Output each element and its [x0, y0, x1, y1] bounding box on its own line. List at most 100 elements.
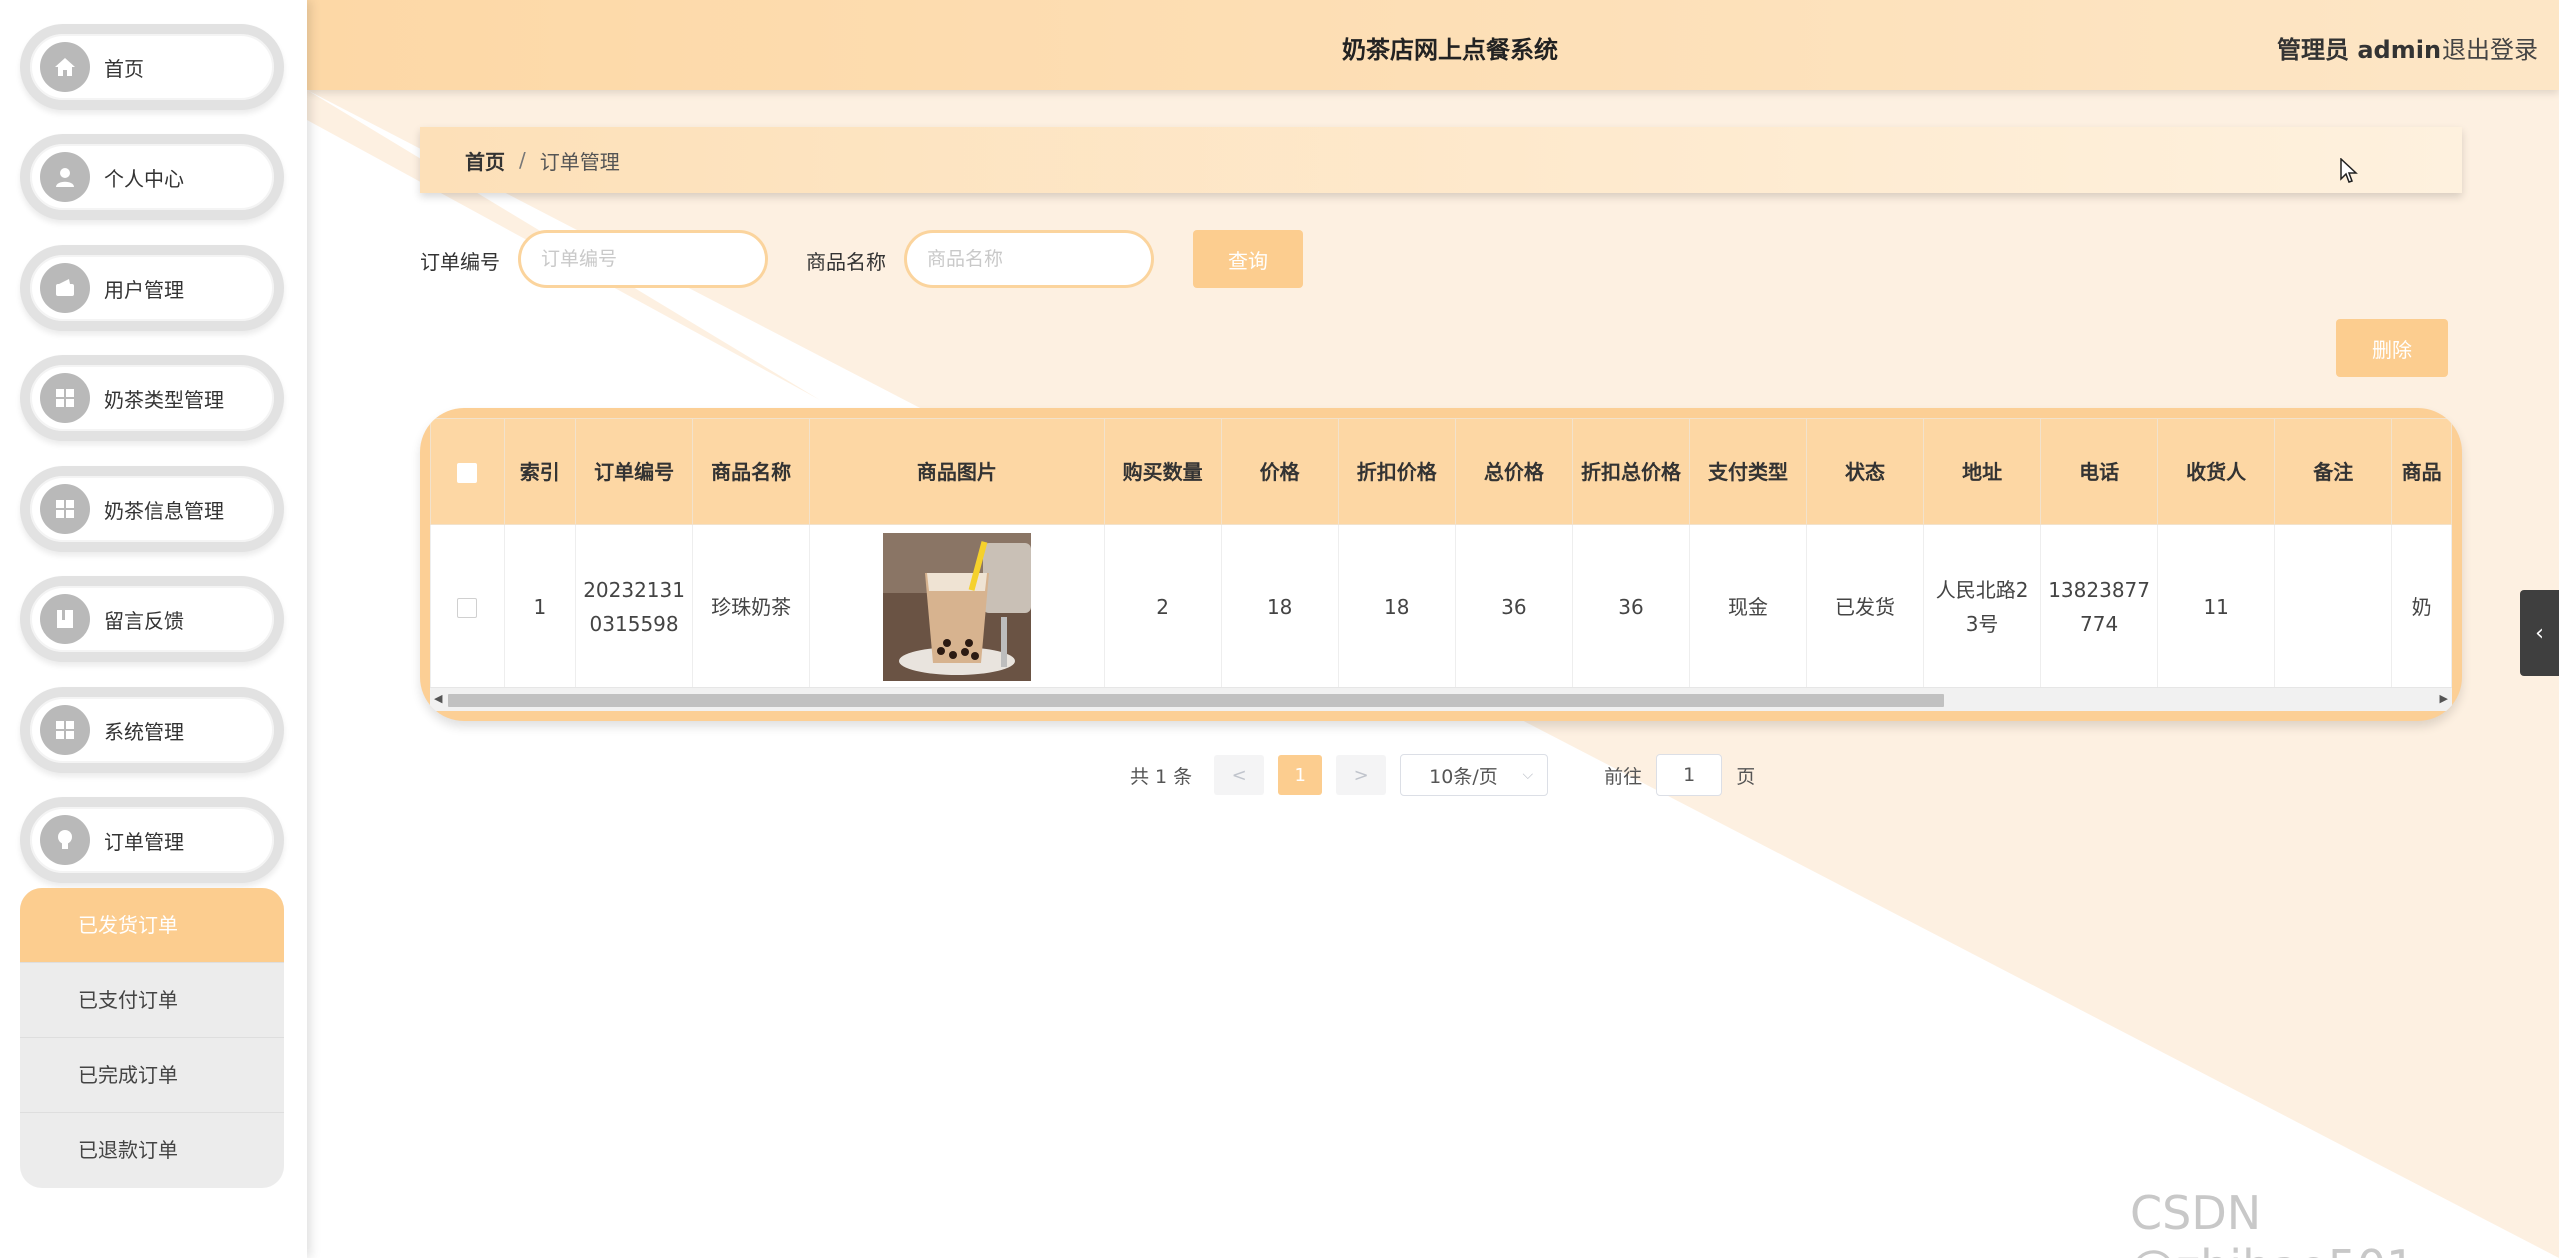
- scrollbar-thumb[interactable]: [448, 694, 1944, 707]
- page-number-button[interactable]: 1: [1278, 755, 1323, 795]
- sidebar-item-label: 用户管理: [104, 277, 184, 302]
- column-header: 商品名称: [692, 418, 811, 525]
- order-table: 索引 订单编号 商品名称 商品图片 购买数量 价格 折扣价格 总价格 折扣总价格…: [430, 418, 2452, 689]
- horizontal-scrollbar[interactable]: ◀ ▶: [430, 687, 2452, 711]
- sidebar-item-order-management[interactable]: 订单管理: [20, 797, 284, 883]
- page-size-select[interactable]: 10条/页 ⌵: [1400, 754, 1549, 796]
- submenu-item-completed-orders[interactable]: 已完成订单: [20, 1038, 284, 1113]
- home-icon: [40, 42, 90, 92]
- goto-label: 前往: [1604, 765, 1643, 788]
- column-header: 商品: [2391, 418, 2452, 525]
- sidebar: 首页 个人中心 用户管理 奶茶类型管理 奶茶信息管理 留言反馈 系统管理 订单管…: [0, 0, 307, 1258]
- cell-discount-total: 36: [1571, 524, 1691, 689]
- cell-discount-price: 18: [1337, 524, 1456, 689]
- select-all-cell: [430, 418, 505, 525]
- breadcrumb: 首页 / 订单管理: [420, 127, 2462, 193]
- column-header: 支付类型: [1688, 418, 1808, 525]
- submenu-item-refunded-orders[interactable]: 已退款订单: [20, 1113, 284, 1188]
- cell-extra: 奶: [2391, 524, 2452, 689]
- pagination: 共 1 条 < 1 > 10条/页 ⌵ 前往 1 页: [1130, 754, 1755, 796]
- column-header: 订单编号: [575, 418, 694, 525]
- sidebar-item-label: 首页: [104, 56, 144, 81]
- collapse-panel-button[interactable]: ‹: [2520, 590, 2559, 676]
- column-header: 索引: [503, 418, 577, 525]
- column-header: 地址: [1923, 418, 2042, 525]
- sidebar-item-tea-info-management[interactable]: 奶茶信息管理: [20, 466, 284, 552]
- order-no-input[interactable]: [518, 230, 768, 288]
- column-header: 购买数量: [1103, 418, 1222, 525]
- sidebar-item-feedback[interactable]: 留言反馈: [20, 576, 284, 662]
- product-name-input[interactable]: [904, 230, 1154, 288]
- cell-remark: [2274, 524, 2393, 689]
- delete-button[interactable]: 删除: [2336, 319, 2448, 377]
- admin-label: 管理员 admin: [2277, 36, 2442, 64]
- cell-order-no: 202321310315598: [575, 524, 694, 689]
- cell-status: 已发货: [1806, 524, 1925, 689]
- column-header: 收货人: [2157, 418, 2276, 525]
- mouse-cursor-icon: [2340, 158, 2358, 183]
- submenu-item-shipped-orders[interactable]: 已发货订单: [20, 888, 284, 963]
- book-icon: [40, 594, 90, 644]
- row-checkbox[interactable]: [457, 598, 478, 618]
- cell-phone: 13823877774: [2040, 524, 2159, 689]
- sidebar-item-tea-type-management[interactable]: 奶茶类型管理: [20, 355, 284, 441]
- grid-icon: [40, 484, 90, 534]
- breadcrumb-home[interactable]: 首页: [465, 146, 505, 175]
- order-table-container: 索引 订单编号 商品名称 商品图片 购买数量 价格 折扣价格 总价格 折扣总价格…: [420, 408, 2462, 721]
- sidebar-item-label: 奶茶信息管理: [104, 498, 224, 523]
- chevron-left-icon: ‹: [2535, 620, 2544, 646]
- page-suffix: 页: [1736, 765, 1756, 788]
- cell-index: 1: [503, 524, 577, 689]
- sidebar-item-user-management[interactable]: 用户管理: [20, 245, 284, 331]
- sidebar-item-label: 订单管理: [104, 829, 184, 854]
- wallet-icon: [40, 263, 90, 313]
- column-header: 商品图片: [809, 418, 1105, 525]
- query-button[interactable]: 查询: [1193, 230, 1303, 288]
- cell-price: 18: [1220, 524, 1339, 689]
- pagination-total: 共 1 条: [1130, 765, 1193, 788]
- cell-payment-type: 现金: [1688, 524, 1808, 689]
- select-all-checkbox[interactable]: [457, 463, 478, 483]
- column-header: 电话: [2040, 418, 2159, 525]
- column-header: 折扣价格: [1337, 418, 1456, 525]
- grid-icon: [40, 373, 90, 423]
- scroll-right-arrow-icon[interactable]: ▶: [2440, 692, 2448, 705]
- prev-page-button[interactable]: <: [1214, 755, 1265, 795]
- lightbulb-icon: [40, 815, 90, 865]
- column-header: 价格: [1220, 418, 1339, 525]
- page-size-value: 10条/页: [1429, 765, 1498, 788]
- sidebar-item-home[interactable]: 首页: [20, 24, 284, 110]
- user-icon: [40, 152, 90, 202]
- sidebar-item-system-management[interactable]: 系统管理: [20, 687, 284, 773]
- app-title: 奶茶店网上点餐系统: [1342, 36, 1558, 64]
- row-select-cell: [430, 524, 505, 689]
- column-header: 折扣总价格: [1571, 418, 1691, 525]
- submenu-item-paid-orders[interactable]: 已支付订单: [20, 963, 284, 1038]
- breadcrumb-separator: /: [519, 148, 526, 172]
- order-submenu: 已发货订单 已支付订单 已完成订单 已退款订单: [20, 888, 284, 1188]
- sidebar-item-label: 系统管理: [104, 719, 184, 744]
- column-header: 总价格: [1454, 418, 1573, 525]
- cell-receiver: 11: [2157, 524, 2276, 689]
- table-row[interactable]: 1 202321310315598 珍珠奶茶 2 18 18 36 36 现金 …: [430, 524, 2452, 689]
- table-header-row: 索引 订单编号 商品名称 商品图片 购买数量 价格 折扣价格 总价格 折扣总价格…: [430, 418, 2452, 525]
- product-name-label: 商品名称: [806, 250, 886, 274]
- sidebar-item-label: 留言反馈: [104, 608, 184, 633]
- cell-address: 人民北路23号: [1923, 524, 2042, 689]
- milk-tea-image: [882, 532, 1031, 681]
- next-page-button[interactable]: >: [1336, 755, 1387, 795]
- logout-link[interactable]: 退出登录: [2442, 30, 2538, 65]
- column-header: 状态: [1806, 418, 1925, 525]
- goto-page-input[interactable]: 1: [1656, 754, 1723, 796]
- order-no-label: 订单编号: [420, 250, 500, 274]
- column-header: 备注: [2274, 418, 2393, 525]
- watermark: CSDN @zhihao501: [2130, 1186, 2415, 1258]
- cell-total-price: 36: [1454, 524, 1573, 689]
- sidebar-item-personal-center[interactable]: 个人中心: [20, 134, 284, 220]
- cell-quantity: 2: [1103, 524, 1222, 689]
- cell-product-name: 珍珠奶茶: [692, 524, 811, 689]
- cell-product-image: [809, 524, 1105, 689]
- scroll-left-arrow-icon[interactable]: ◀: [434, 692, 442, 705]
- sidebar-item-label: 个人中心: [104, 166, 184, 191]
- chevron-down-icon: ⌵: [1522, 767, 1534, 783]
